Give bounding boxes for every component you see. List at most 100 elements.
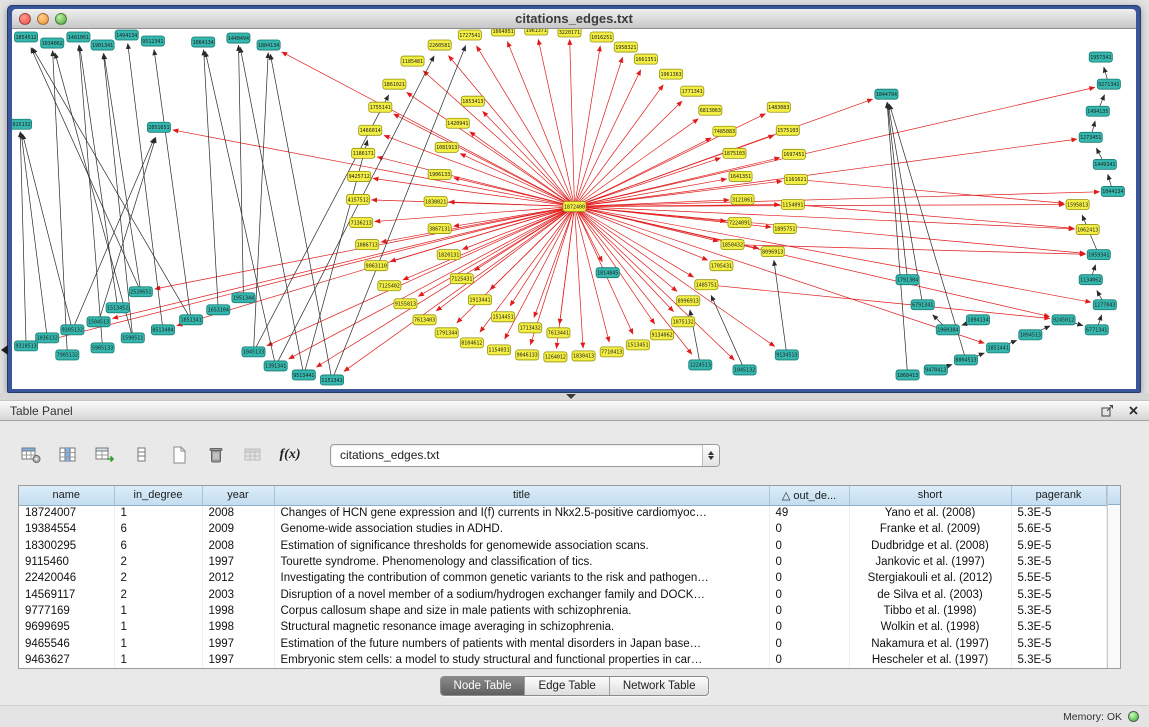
graph-node[interactable]: 9134513	[775, 350, 798, 360]
new-column-icon[interactable]	[166, 443, 192, 467]
graph-node[interactable]: 1830413	[572, 351, 595, 361]
graph-node[interactable]: 1664951	[491, 29, 514, 36]
graph-node[interactable]: 1264012	[544, 352, 567, 362]
table-cell[interactable]: Nakamura et al. (1997)	[849, 635, 1011, 651]
table-cell[interactable]: Hescheler et al. (1997)	[849, 652, 1011, 668]
graph-node[interactable]: 9155813	[394, 299, 417, 309]
graph-node[interactable]: 1513452	[106, 303, 129, 313]
table-row[interactable]: 1938455462009Genome-wide association stu…	[19, 521, 1106, 537]
graph-node[interactable]: 1154091	[781, 199, 804, 209]
collapse-sidebar-arrow-icon[interactable]	[1, 345, 8, 355]
table-cell[interactable]: Dudbridge et al. (2008)	[849, 538, 1011, 554]
graph-node[interactable]: 1960384	[936, 325, 959, 335]
table-cell[interactable]: 14569117	[19, 586, 114, 602]
table-cell[interactable]: 1	[114, 652, 202, 668]
graph-node[interactable]: 1906133	[428, 169, 451, 179]
table-cell[interactable]: 1	[114, 603, 202, 619]
table-cell[interactable]: 1	[114, 619, 202, 635]
graph-node[interactable]: 1951344	[232, 293, 255, 303]
graph-edge[interactable]	[31, 48, 141, 292]
graph-node[interactable]: 1913441	[468, 295, 491, 305]
graph-edge[interactable]	[79, 45, 103, 348]
graph-node[interactable]: 6791341	[911, 300, 934, 310]
table-cell[interactable]: 5.3E-5	[1011, 652, 1106, 668]
table-cell[interactable]: 5.3E-5	[1011, 554, 1106, 570]
graph-node[interactable]: 1494135	[1086, 106, 1109, 116]
splitter-grip-icon[interactable]	[566, 394, 576, 399]
table-cell[interactable]: Structural magnetic resonance image aver…	[274, 619, 769, 635]
table-cell[interactable]: 2009	[202, 521, 274, 537]
graph-node[interactable]: 1151341	[320, 375, 343, 385]
close-window-button[interactable]	[19, 13, 31, 25]
graph-node[interactable]: 1045133	[242, 347, 265, 357]
graph-edge[interactable]	[154, 50, 191, 320]
table-cell[interactable]: Corpus callosum shape and size in male p…	[274, 603, 769, 619]
graph-node[interactable]: 9512341	[141, 36, 164, 46]
graph-node[interactable]: 1075132	[672, 317, 695, 327]
delete-column-icon[interactable]	[203, 443, 229, 467]
graph-node[interactable]: 1015132	[12, 119, 32, 129]
table-cell[interactable]: 1	[114, 505, 202, 521]
graph-edge[interactable]	[240, 47, 304, 375]
table-cell[interactable]: 5.3E-5	[1011, 635, 1106, 651]
column-header[interactable]: title	[274, 486, 769, 505]
table-row[interactable]: 946362711997Embryonic stem cells: a mode…	[19, 652, 1106, 668]
graph-node[interactable]: 1514451	[491, 312, 514, 322]
graph-node[interactable]: 1064134	[192, 37, 215, 47]
table-cell[interactable]: Disruption of a novel member of a sodium…	[274, 586, 769, 602]
table-settings-icon[interactable]	[18, 443, 44, 467]
graph-edge[interactable]	[887, 103, 907, 280]
graph-edge[interactable]	[793, 204, 1074, 228]
table-cell[interactable]: 0	[769, 554, 849, 570]
graph-node[interactable]: 1901341	[91, 40, 114, 50]
graph-node[interactable]: 1860413	[896, 370, 919, 380]
import-table-icon[interactable]	[92, 443, 118, 467]
graph-node[interactable]: 1481061	[67, 32, 90, 42]
graph-node-hub[interactable]: 1872400	[563, 201, 586, 211]
graph-edge[interactable]	[774, 260, 787, 355]
graph-edge[interactable]	[559, 206, 574, 324]
graph-node[interactable]: 7125402	[378, 281, 401, 291]
table-cell[interactable]: 2	[114, 554, 202, 570]
graph-node[interactable]: 1420941	[446, 118, 469, 128]
graph-edge[interactable]	[462, 206, 574, 249]
graph-node[interactable]: 1036132	[36, 333, 59, 343]
table-cell[interactable]: 2008	[202, 538, 274, 554]
graph-edge[interactable]	[575, 101, 683, 206]
graph-node[interactable]: 1853413	[461, 96, 484, 106]
table-cell[interactable]: 9699695	[19, 619, 114, 635]
graph-edge[interactable]	[575, 158, 721, 207]
graph-node[interactable]: 1059341	[1087, 250, 1110, 260]
graph-edge[interactable]	[575, 206, 584, 348]
graph-node[interactable]: 9063110	[365, 261, 388, 271]
column-header[interactable]: in_degree	[114, 486, 202, 505]
graph-edge[interactable]	[887, 102, 908, 375]
graph-node[interactable]: 1713432	[519, 323, 542, 333]
graph-node[interactable]: 1590511	[121, 333, 144, 343]
function-builder-icon[interactable]: f(x)	[277, 443, 303, 467]
graph-node[interactable]: 9470413	[924, 365, 947, 375]
table-row[interactable]: 1456911722003Disruption of a novel membe…	[19, 586, 1106, 602]
graph-node[interactable]: 1062413	[1076, 225, 1099, 235]
table-cell[interactable]: 5.3E-5	[1011, 586, 1106, 602]
graph-edge[interactable]	[55, 53, 133, 338]
table-cell[interactable]: 0	[769, 521, 849, 537]
graph-node[interactable]: 7613403	[413, 315, 436, 325]
graph-node[interactable]: 1134062	[1079, 275, 1102, 285]
row-height-icon[interactable]	[129, 443, 155, 467]
graph-node[interactable]: 1705431	[710, 261, 733, 271]
table-cell[interactable]: 9115460	[19, 554, 114, 570]
graph-node[interactable]: 1094134	[966, 315, 989, 325]
graph-edge[interactable]	[477, 46, 575, 207]
minimize-window-button[interactable]	[37, 13, 49, 25]
graph-edge[interactable]	[239, 45, 244, 297]
graph-node[interactable]: 1653104	[207, 305, 230, 315]
table-cell[interactable]: 2003	[202, 586, 274, 602]
graph-edge[interactable]	[575, 206, 1075, 228]
graph-node[interactable]: 8513404	[151, 325, 174, 335]
graph-edge[interactable]	[53, 51, 68, 355]
graph-edge[interactable]	[575, 57, 623, 206]
table-cell[interactable]: 0	[769, 619, 849, 635]
graph-node[interactable]: 3121061	[731, 194, 754, 204]
table-cell[interactable]: Franke et al. (2009)	[849, 521, 1011, 537]
